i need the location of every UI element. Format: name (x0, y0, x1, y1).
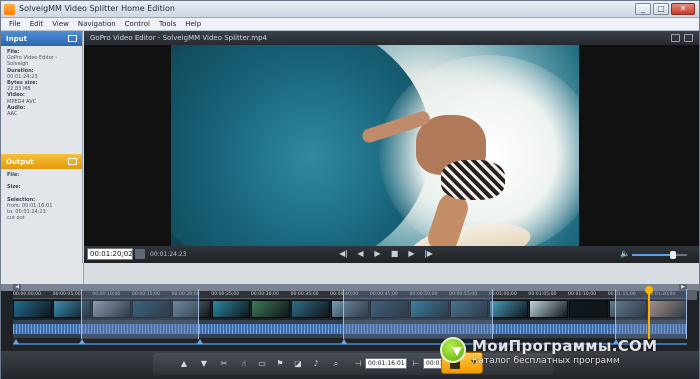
step-forward-icon[interactable]: ▶ (406, 249, 417, 259)
marker[interactable] (79, 339, 85, 344)
ruler-tick-label: 00:00:05;00 (52, 292, 81, 297)
play-icon[interactable]: ▶ (372, 249, 383, 259)
scroll-left-icon[interactable]: ◀ (13, 284, 21, 291)
fullscreen-icon[interactable] (684, 34, 693, 42)
file-value: GoPro Video Editor - Solveigh (7, 55, 58, 68)
watermark-subtitle: Каталог бесплатных программ (472, 356, 620, 366)
time-from-field[interactable]: 00:01:16:01 (365, 358, 407, 369)
to-icon[interactable]: ⊢ (411, 359, 421, 369)
video-thumbnail[interactable] (211, 300, 251, 318)
segment-selection[interactable] (343, 289, 493, 339)
mark-icon[interactable]: ◪ (293, 359, 303, 369)
player-header: GoPro Video Editor - SolveigMM Video Spl… (84, 31, 699, 45)
menu-bar: File Edit View Navigation Control Tools … (1, 18, 699, 31)
input-panel-header[interactable]: Input (1, 31, 82, 46)
goto-time-icon[interactable] (135, 249, 145, 259)
app-icon (4, 4, 15, 15)
surfer-shorts-shape (441, 160, 505, 200)
video-thumbnail[interactable] (489, 300, 529, 318)
title-bar: SolveigMM Video Splitter Home Edition _ … (1, 1, 699, 18)
video-thumbnail[interactable] (290, 300, 330, 318)
ruler-tick-label: 00:01:05;00 (528, 292, 557, 297)
current-time-field[interactable]: 00:01:20;02 (87, 248, 133, 260)
video-thumbnail[interactable] (13, 300, 52, 318)
output-panel-header[interactable]: Output (1, 154, 82, 169)
volume-slider[interactable] (632, 251, 687, 259)
comment-icon[interactable]: ▭ (257, 359, 267, 369)
close-button[interactable]: ✕ (671, 3, 695, 15)
menu-edit[interactable]: Edit (26, 18, 49, 30)
ruler-tick-label: 00:00:30;00 (250, 292, 279, 297)
video-title: GoPro Video Editor - SolveigMM Video Spl… (90, 34, 267, 42)
output-panel-title: Output (6, 157, 34, 166)
open-folder-icon[interactable] (68, 35, 77, 42)
segment-selection[interactable] (81, 289, 199, 339)
input-panel-title: Input (6, 34, 27, 43)
total-time: 00:01:24:23 (150, 251, 187, 258)
video-player: GoPro Video Editor - SolveigMM Video Spl… (84, 31, 699, 263)
video-thumbnail[interactable] (529, 300, 568, 318)
audio-value: AAC (7, 111, 18, 118)
video-thumbnail[interactable] (568, 300, 608, 318)
menu-view[interactable]: View (48, 18, 74, 30)
maximize-button[interactable]: □ (653, 3, 669, 15)
cut-icon[interactable]: ✂ (219, 359, 229, 369)
video-frame[interactable] (171, 45, 579, 263)
menu-navigation[interactable]: Navigation (74, 18, 121, 30)
marker[interactable] (13, 339, 19, 344)
ruler-tick-label: 00:00:25;00 (211, 292, 240, 297)
next-keyframe-icon[interactable]: |▶ (423, 249, 434, 259)
playhead-handle[interactable] (645, 286, 653, 294)
step-back-icon[interactable]: ◀ (355, 249, 366, 259)
zoom-icon[interactable]: ⌕ (331, 359, 341, 369)
video-thumbnail[interactable] (251, 300, 290, 318)
menu-file[interactable]: File (5, 18, 26, 30)
menu-help[interactable]: Help (181, 18, 206, 30)
watermark: МоиПрограммы.COM Каталог бесплатных прог… (438, 335, 700, 379)
output-panel-body: File: Size: Selection: from: 00:01:16:01… (1, 169, 82, 225)
ruler-tick-label: 00:00:00;00 (13, 292, 42, 297)
menu-tools[interactable]: Tools (155, 18, 181, 30)
thumb-icon[interactable]: ☝ (239, 359, 249, 369)
marker[interactable] (341, 339, 347, 344)
prev-keyframe-icon[interactable]: ◀| (338, 249, 349, 259)
segment-selection[interactable] (615, 289, 687, 339)
marker-up-icon[interactable]: ▲ (179, 359, 189, 369)
timeline-menu-icon[interactable] (687, 290, 697, 300)
playhead[interactable] (648, 289, 650, 339)
audio-icon[interactable]: ♪ (311, 359, 321, 369)
window-title: SolveigMM Video Splitter Home Edition (19, 4, 175, 13)
player-controls: 00:01:20;02 00:01:24:23 ◀| ◀ ▶ ■ ▶ |▶ 🔈 (84, 246, 699, 263)
stop-icon[interactable]: ■ (389, 249, 400, 259)
input-panel-body: File: GoPro Video Editor - Solveigh Dura… (1, 46, 82, 154)
snapshot-icon[interactable] (671, 34, 680, 42)
bookmark-icon[interactable]: ⚑ (275, 359, 285, 369)
info-panel: Input File: GoPro Video Editor - Solveig… (1, 31, 83, 289)
ruler-tick-label: 00:00:35;00 (290, 292, 319, 297)
minimize-button[interactable]: _ (635, 3, 651, 15)
volume-fill (632, 254, 674, 256)
marker-down-icon[interactable]: ▼ (199, 359, 209, 369)
from-icon[interactable]: ⊣ (353, 359, 363, 369)
menu-control[interactable]: Control (121, 18, 155, 30)
selection-mode: cut out (7, 215, 25, 222)
watermark-title: МоиПрограммы.COM (472, 337, 658, 355)
speaker-icon[interactable]: 🔈 (620, 249, 630, 258)
app-window: SolveigMM Video Splitter Home Edition _ … (0, 0, 700, 379)
marker[interactable] (197, 339, 203, 344)
save-disk-icon[interactable] (68, 158, 77, 165)
volume-knob[interactable] (670, 251, 677, 259)
download-logo-icon (440, 337, 466, 363)
ruler-tick-label: 00:01:10;00 (568, 292, 597, 297)
